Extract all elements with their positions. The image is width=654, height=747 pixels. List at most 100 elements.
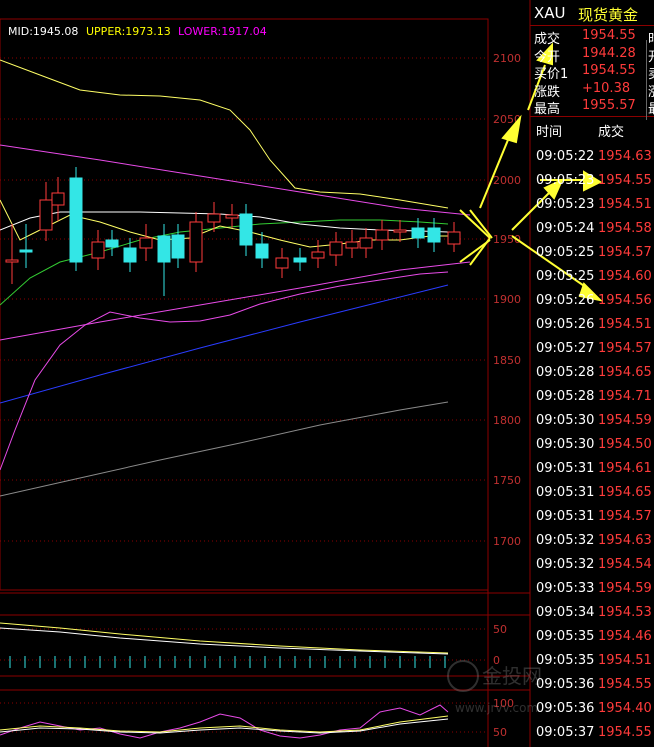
indicator2-magenta-line bbox=[0, 704, 449, 739]
watermark-url: www.jrvv.com bbox=[455, 701, 538, 715]
tick-time: 09:05:28 bbox=[536, 389, 595, 404]
tick-price: 1954.58 bbox=[598, 221, 652, 236]
lower-value: LOWER:1917.04 bbox=[178, 25, 267, 38]
quote-label: 成交 bbox=[534, 32, 561, 47]
ma-white-line bbox=[0, 211, 449, 233]
candle-down bbox=[239, 213, 253, 246]
candle-up bbox=[51, 192, 65, 206]
tick-price: 1954.55 bbox=[598, 677, 652, 692]
tick-row[interactable]: 09:05:31 1954.57 bbox=[530, 505, 654, 529]
tick-price: 1954.71 bbox=[598, 389, 652, 404]
candle-down bbox=[123, 247, 137, 263]
tick-row[interactable]: 09:05:26 1954.51 bbox=[530, 313, 654, 337]
tick-row[interactable]: 09:05:26 1954.56 bbox=[530, 289, 654, 313]
indicator1-white-line bbox=[0, 627, 449, 655]
upper-value: UPPER:1973.13 bbox=[86, 25, 171, 38]
tick-price: 1954.59 bbox=[598, 581, 652, 596]
tick-row[interactable]: 09:05:25 1954.57 bbox=[530, 241, 654, 265]
symbol-name: 现货黄金 bbox=[578, 6, 639, 24]
quote-value: 1954.55 bbox=[582, 63, 636, 78]
candle-down bbox=[411, 227, 425, 239]
tick-row[interactable]: 09:05:31 1954.65 bbox=[530, 481, 654, 505]
tick-row[interactable]: 09:05:30 1954.59 bbox=[530, 409, 654, 433]
indicator1-yellow-line bbox=[0, 622, 449, 654]
tick-row[interactable]: 09:05:32 1954.63 bbox=[530, 529, 654, 553]
quote-row-high: 最高 1955.57 最 bbox=[530, 98, 654, 117]
price-tick: 1700 bbox=[493, 535, 521, 548]
tick-price: 1954.55 bbox=[598, 725, 652, 740]
tick-time: 09:05:35 bbox=[536, 653, 595, 668]
tick-row[interactable]: 09:05:32 1954.54 bbox=[530, 553, 654, 577]
price-tick: 1750 bbox=[493, 474, 521, 487]
tick-row[interactable]: 09:05:35 1954.51 bbox=[530, 649, 654, 673]
tick-row[interactable]: 09:05:28 1954.71 bbox=[530, 385, 654, 409]
tick-price: 1954.57 bbox=[598, 245, 652, 260]
indicator-tick: 50 bbox=[493, 623, 507, 636]
tick-price: 1954.65 bbox=[598, 365, 652, 380]
tick-row[interactable]: 09:05:35 1954.46 bbox=[530, 625, 654, 649]
tick-price: 1954.61 bbox=[598, 461, 652, 476]
candle-down bbox=[19, 249, 33, 253]
tick-row[interactable]: 09:05:31 1954.61 bbox=[530, 457, 654, 481]
tick-price: 1954.53 bbox=[598, 605, 652, 620]
tick-row[interactable]: 09:05:22 1954.63 bbox=[530, 145, 654, 169]
tick-time: 09:05:30 bbox=[536, 413, 595, 428]
indicator1-bars bbox=[9, 656, 446, 668]
tick-time: 09:05:24 bbox=[536, 221, 595, 236]
quote-label: 最高 bbox=[534, 102, 561, 117]
tick-row[interactable]: 09:05:36 1954.40 bbox=[530, 697, 654, 721]
main-chart-frame bbox=[0, 18, 489, 591]
price-tick: 1800 bbox=[493, 414, 521, 427]
tick-row[interactable]: 09:05:36 1954.55 bbox=[530, 673, 654, 697]
tick-row[interactable]: 09:05:23 1954.55 bbox=[530, 169, 654, 193]
trend-line-lower bbox=[0, 261, 471, 341]
tick-row[interactable]: 09:05:23 1954.51 bbox=[530, 193, 654, 217]
tick-price: 1954.65 bbox=[598, 485, 652, 500]
ticks-header-time: 时间 bbox=[536, 125, 563, 140]
candle-up bbox=[275, 257, 289, 269]
tick-row[interactable]: 09:05:25 1954.60 bbox=[530, 265, 654, 289]
tick-time: 09:05:22 bbox=[536, 149, 595, 164]
tick-time: 09:05:31 bbox=[536, 485, 595, 500]
candle-down bbox=[171, 234, 185, 259]
candle-down bbox=[255, 243, 269, 259]
candle-up bbox=[39, 199, 53, 231]
quote-row-change: 涨跌 +10.38 涨 bbox=[530, 81, 654, 100]
tick-price: 1954.50 bbox=[598, 437, 652, 452]
tick-row[interactable]: 09:05:28 1954.65 bbox=[530, 361, 654, 385]
tick-price: 1954.46 bbox=[598, 629, 652, 644]
right-scroll-stub[interactable] bbox=[646, 40, 654, 120]
tick-row[interactable]: 09:05:33 1954.59 bbox=[530, 577, 654, 601]
candle-up bbox=[225, 214, 239, 219]
candle-up bbox=[393, 229, 407, 233]
price-grid bbox=[0, 57, 488, 733]
candle-up bbox=[5, 259, 19, 263]
tick-price: 1954.56 bbox=[598, 293, 652, 308]
candle-up bbox=[207, 213, 221, 223]
tick-price: 1954.51 bbox=[598, 317, 652, 332]
tick-price: 1954.60 bbox=[598, 269, 652, 284]
tick-time: 09:05:27 bbox=[536, 341, 595, 356]
quote-row-open: 今开 1944.28 开 bbox=[530, 46, 654, 65]
quote-value: 1944.28 bbox=[582, 46, 636, 61]
candle-up bbox=[447, 231, 461, 245]
ma-blue-line bbox=[0, 284, 449, 404]
tick-row[interactable]: 09:05:37 1954.55 bbox=[530, 721, 654, 745]
price-tick: 2100 bbox=[493, 52, 521, 65]
tick-time: 09:05:25 bbox=[536, 269, 595, 284]
candle-up bbox=[91, 241, 105, 259]
symbol-code: XAU bbox=[534, 4, 566, 22]
tick-row[interactable]: 09:05:27 1954.57 bbox=[530, 337, 654, 361]
watermark: 金投网 www.jrvv.com bbox=[447, 660, 542, 715]
tick-row[interactable]: 09:05:34 1954.53 bbox=[530, 601, 654, 625]
indicator-panel-1 bbox=[0, 622, 449, 668]
tick-time: 09:05:23 bbox=[536, 173, 595, 188]
ticks-header-price: 成交 bbox=[598, 125, 625, 140]
tick-time: 09:05:31 bbox=[536, 509, 595, 524]
tick-row[interactable]: 09:05:30 1954.50 bbox=[530, 433, 654, 457]
quote-row-last: 成交 1954.55 时 bbox=[530, 28, 654, 47]
tick-price: 1954.51 bbox=[598, 653, 652, 668]
tick-time: 09:05:25 bbox=[536, 245, 595, 260]
tick-row[interactable]: 09:05:24 1954.58 bbox=[530, 217, 654, 241]
tick-price: 1954.55 bbox=[598, 173, 652, 188]
